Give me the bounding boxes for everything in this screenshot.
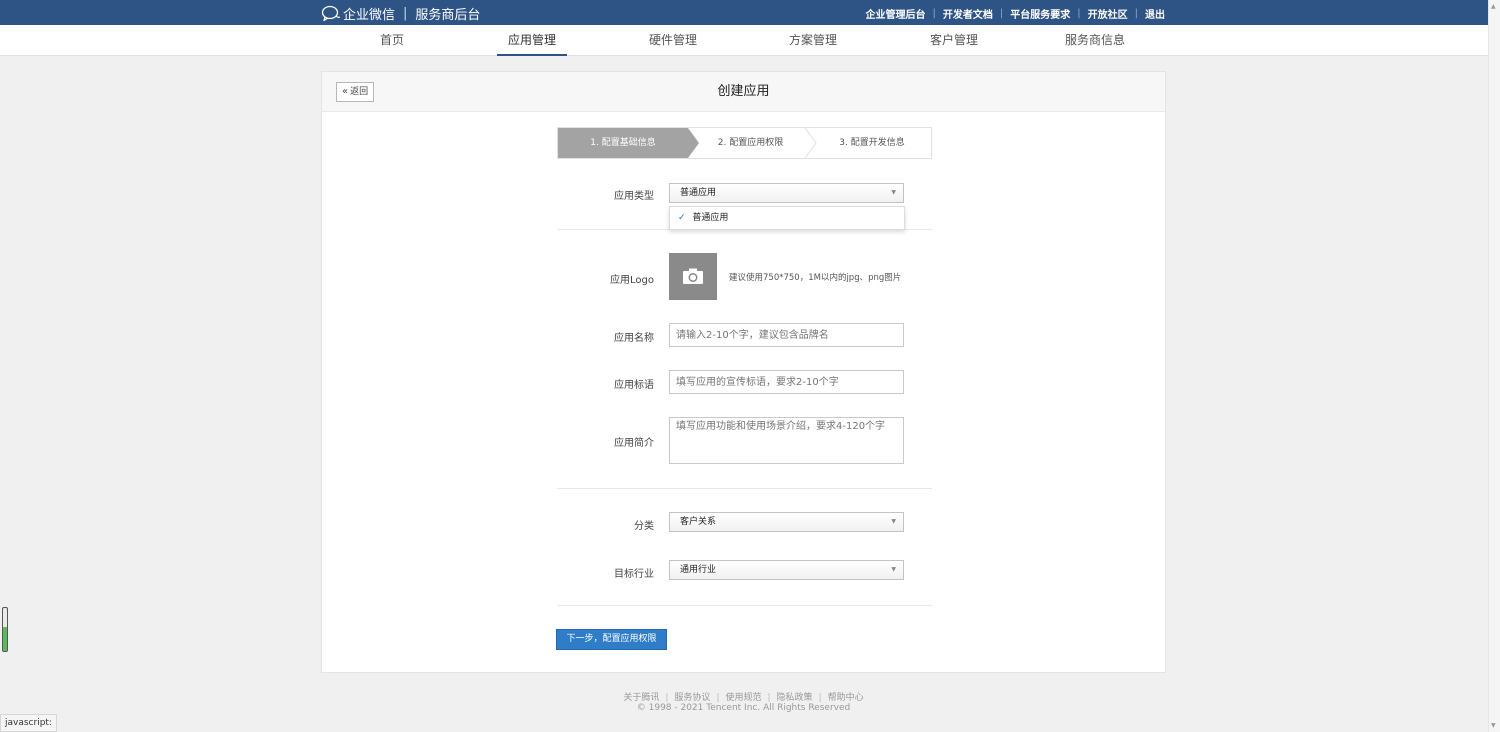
brand[interactable]: 企业微信 | 服务商后台 xyxy=(321,4,481,23)
app-intro-textarea[interactable] xyxy=(669,417,904,464)
caret-down-icon: ▼ xyxy=(891,189,896,196)
top-links: 企业管理后台 | 开发者文档 | 平台服务要求 | 开放社区 | 退出 xyxy=(866,6,1166,21)
next-step-button[interactable]: 下一步，配置应用权限 xyxy=(556,629,667,650)
page-scrollbar[interactable]: ▲ ▼ xyxy=(1488,0,1500,732)
footer-links: 关于腾讯 | 服务协议 | 使用规范 | 隐私政策 | 帮助中心 xyxy=(321,690,1166,703)
link-admin-console[interactable]: 企业管理后台 xyxy=(866,6,926,21)
link-developer-docs[interactable]: 开发者文档 xyxy=(943,6,993,21)
footer-link-about[interactable]: 关于腾讯 xyxy=(623,693,659,703)
category-value: 客户关系 xyxy=(680,517,717,527)
nav-home[interactable]: 首页 xyxy=(357,25,427,56)
app-type-value: 普通应用 xyxy=(680,188,717,198)
nav-customer-management[interactable]: 客户管理 xyxy=(919,25,989,56)
brand-name: 企业微信 xyxy=(343,7,396,23)
scroll-up-icon[interactable]: ▲ xyxy=(1491,3,1496,10)
step-indicator: 1. 配置基础信息 2. 配置应用权限 3. 配置开发信息 xyxy=(557,127,932,159)
divider: | xyxy=(932,8,936,19)
divider: | xyxy=(716,693,720,703)
divider xyxy=(557,605,932,606)
nav-app-management[interactable]: 应用管理 xyxy=(497,25,567,56)
intro-label: 应用简介 xyxy=(614,438,654,449)
industry-label: 目标行业 xyxy=(614,569,654,580)
category-label: 分类 xyxy=(634,521,654,532)
divider: | xyxy=(1077,8,1081,19)
brand-separator: | xyxy=(403,5,408,21)
divider: | xyxy=(999,8,1004,19)
camera-icon xyxy=(683,268,703,284)
logo-upload[interactable] xyxy=(669,253,717,300)
logo-label: 应用Logo xyxy=(610,275,654,286)
divider: | xyxy=(818,693,822,703)
divider xyxy=(557,488,932,489)
page-title: 创建应用 xyxy=(717,84,770,99)
caret-down-icon: ▼ xyxy=(891,566,896,573)
top-bar: 企业微信 | 服务商后台 企业管理后台 | 开发者文档 | 平台服务要求 | 开… xyxy=(0,0,1488,25)
nav-provider-info[interactable]: 服务商信息 xyxy=(1060,25,1130,56)
name-label: 应用名称 xyxy=(614,333,654,344)
footer-link-service-agreement[interactable]: 服务协议 xyxy=(674,693,710,703)
link-open-community[interactable]: 开放社区 xyxy=(1088,6,1128,21)
slogan-label: 应用标语 xyxy=(614,380,654,391)
link-logout[interactable]: 退出 xyxy=(1145,6,1165,21)
main-nav: 首页 应用管理 硬件管理 方案管理 客户管理 服务商信息 xyxy=(0,25,1488,56)
brand-subtitle: 服务商后台 xyxy=(415,7,481,23)
app-type-option[interactable]: ✓ 普通应用 xyxy=(669,206,905,230)
app-type-label: 应用类型 xyxy=(614,191,654,202)
copyright: © 1998 - 2021 Tencent Inc. All Rights Re… xyxy=(636,703,851,713)
step-dev-info: 3. 配置开发信息 xyxy=(839,138,905,148)
caret-down-icon: ▼ xyxy=(891,518,896,525)
step-app-permissions: 2. 配置应用权限 xyxy=(717,138,784,148)
industry-value: 通用行业 xyxy=(680,565,717,575)
app-type-select[interactable]: 普通应用 ▼ xyxy=(669,183,904,203)
footer-link-privacy[interactable]: 隐私政策 xyxy=(777,693,813,703)
status-bar-url: javascript: xyxy=(0,714,57,732)
category-select[interactable]: 客户关系 ▼ xyxy=(669,512,904,532)
divider: | xyxy=(767,693,771,703)
link-platform-requirements[interactable]: 平台服务要求 xyxy=(1010,6,1070,21)
footer-link-usage-rules[interactable]: 使用规范 xyxy=(725,693,761,703)
nav-solution-management[interactable]: 方案管理 xyxy=(778,25,848,56)
logo-hint: 建议使用750*750，1M以内的jpg、png图片 xyxy=(729,273,902,283)
side-gauge xyxy=(2,607,8,652)
checkmark-icon: ✓ xyxy=(678,213,686,223)
card-header: « 返回 创建应用 xyxy=(322,72,1165,112)
option-label: 普通应用 xyxy=(692,213,729,223)
app-name-input[interactable] xyxy=(669,323,904,347)
industry-select[interactable]: 通用行业 ▼ xyxy=(669,560,904,580)
gauge-fill xyxy=(3,627,7,651)
chat-bubble-icon xyxy=(321,5,341,21)
divider: | xyxy=(1134,8,1138,19)
divider: | xyxy=(665,693,669,703)
create-app-card: « 返回 创建应用 1. 配置基础信息 2. 配置应用权限 3. 配置开发信息 … xyxy=(321,71,1166,673)
footer-link-help[interactable]: 帮助中心 xyxy=(828,693,864,703)
nav-hardware-management[interactable]: 硬件管理 xyxy=(638,25,708,56)
scroll-down-icon[interactable]: ▼ xyxy=(1491,722,1496,729)
step-basic-info: 1. 配置基础信息 xyxy=(558,128,688,158)
app-slogan-input[interactable] xyxy=(669,370,904,394)
